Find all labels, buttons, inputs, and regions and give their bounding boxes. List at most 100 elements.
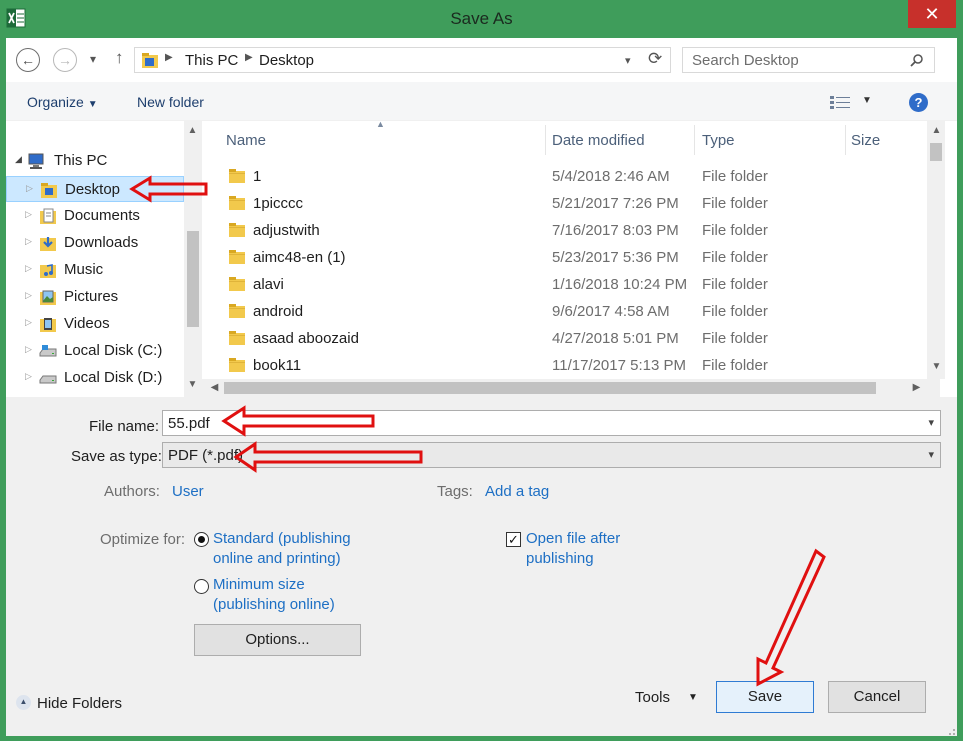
recent-locations-chevron-icon[interactable]: ▾ (90, 52, 96, 66)
desktop-folder-icon (41, 183, 57, 198)
breadcrumb-this-pc[interactable]: This PC (185, 52, 238, 69)
file-row[interactable]: adjustwith 7/16/2017 8:03 PM File folder (202, 217, 927, 244)
open-after-publishing-label[interactable]: Open file after publishing (526, 529, 620, 569)
nav-scroll-thumb[interactable] (187, 231, 199, 327)
chevron-down-icon[interactable]: ▾ (928, 416, 934, 429)
breadcrumb-separator-icon: ▶ (245, 52, 253, 63)
column-header-type[interactable]: Type (702, 132, 735, 149)
scroll-right-icon[interactable]: ▶ (908, 382, 925, 393)
up-arrow-icon[interactable]: ↑ (115, 48, 124, 68)
open-after-publishing-checkbox[interactable]: ✓ (506, 532, 521, 547)
collapsed-arrow-icon[interactable]: ▷ (26, 183, 33, 194)
nav-item-desktop[interactable]: ▷ Desktop (6, 176, 184, 202)
column-header-size[interactable]: Size (851, 132, 880, 149)
nav-item-videos[interactable]: ▷ Videos (6, 311, 184, 337)
expanded-arrow-icon[interactable]: ◢ (15, 154, 22, 165)
file-date: 7/16/2017 8:03 PM (552, 222, 679, 239)
collapsed-arrow-icon[interactable]: ▷ (25, 317, 32, 328)
file-scroll-thumb[interactable] (930, 143, 942, 161)
search-input[interactable]: Search Desktop (682, 47, 935, 73)
computer-icon (28, 153, 44, 169)
file-row[interactable]: android 9/6/2017 4:58 AM File folder (202, 298, 927, 325)
folder-icon (229, 304, 245, 318)
file-row[interactable]: asaad aboozaid 4/27/2018 5:01 PM File fold… (202, 325, 927, 352)
file-name-label: File name: (89, 418, 160, 435)
scroll-down-icon[interactable]: ▼ (184, 379, 201, 390)
horizontal-scroll-thumb[interactable] (224, 382, 876, 394)
collapsed-arrow-icon[interactable]: ▷ (25, 209, 32, 220)
collapsed-arrow-icon[interactable]: ▷ (25, 344, 32, 355)
tools-menu[interactable]: Tools (635, 689, 670, 706)
collapsed-arrow-icon[interactable]: ▷ (25, 290, 32, 301)
save-as-type-value: PDF (*.pdf) (168, 447, 244, 464)
optimize-for-label: Optimize for: (100, 531, 186, 548)
file-name: android (253, 303, 304, 320)
options-button[interactable]: Options... (194, 624, 361, 656)
file-date: 5/23/2017 5:36 PM (552, 249, 679, 266)
nav-item-this-pc[interactable]: ◢ This PC (6, 148, 184, 174)
file-row[interactable]: 1 5/4/2018 2:46 AM File folder (202, 163, 927, 190)
file-name-input[interactable]: 55.pdf ▾ (162, 410, 941, 436)
view-chevron-down-icon[interactable]: ▼ (862, 95, 872, 106)
optimize-minimum-label[interactable]: Minimum size (publishing online) (213, 575, 335, 615)
nav-item-local-disk-d[interactable]: ▷ Local Disk (D:) (6, 365, 184, 391)
chevron-down-icon[interactable]: ▾ (928, 448, 934, 461)
tools-chevron-down-icon[interactable]: ▼ (688, 692, 698, 703)
back-button[interactable]: ← (16, 48, 40, 72)
organize-menu[interactable]: Organize ▼ (27, 94, 98, 110)
authors-value[interactable]: User (172, 483, 204, 500)
cancel-button[interactable]: Cancel (828, 681, 926, 713)
address-dropdown-icon[interactable]: ▾ (625, 54, 631, 67)
view-options-icon[interactable] (830, 95, 850, 109)
column-header-name[interactable]: Name (226, 132, 266, 149)
file-date: 4/27/2018 5:01 PM (552, 330, 679, 347)
save-as-type-select[interactable]: PDF (*.pdf) ▾ (162, 442, 941, 468)
help-icon[interactable]: ? (909, 93, 928, 112)
refresh-icon[interactable]: ⟳ (648, 49, 662, 69)
nav-item-documents[interactable]: ▷ Documents (6, 203, 184, 229)
file-name-value: 55.pdf (168, 415, 210, 432)
close-button[interactable]: ✕ (908, 0, 956, 28)
nav-item-label: Local Disk (D:) (64, 369, 163, 386)
scroll-down-icon[interactable]: ▼ (928, 361, 945, 372)
nav-item-local-disk-c[interactable]: ▷ Local Disk (C:) (6, 338, 184, 364)
nav-item-label: Documents (64, 207, 140, 224)
search-icon (910, 54, 923, 67)
dialog-client: ← → ▾ ↑ ▶ This PC ▶ Desktop ▾ ⟳ Search D… (6, 38, 957, 736)
optimize-minimum-radio[interactable] (194, 579, 209, 594)
column-divider[interactable] (845, 125, 846, 155)
nav-item-music[interactable]: ▷ Music (6, 257, 184, 283)
scroll-left-icon[interactable]: ◀ (206, 382, 223, 393)
scroll-up-icon[interactable]: ▲ (928, 125, 945, 136)
file-row[interactable]: aimc48-en (1) 5/23/2017 5:36 PM File folde… (202, 244, 927, 271)
collapse-up-icon: ▲ (16, 695, 31, 710)
collapsed-arrow-icon[interactable]: ▷ (25, 236, 32, 247)
nav-scrollbar[interactable]: ▲ ▼ (184, 121, 202, 397)
scroll-up-icon[interactable]: ▲ (184, 125, 201, 136)
collapsed-arrow-icon[interactable]: ▷ (25, 371, 32, 382)
optimize-standard-radio[interactable] (194, 532, 209, 547)
file-row[interactable]: book11 11/17/2017 5:13 PM File folder (202, 352, 927, 379)
file-row[interactable]: 1picccc 5/21/2017 7:26 PM File folder (202, 190, 927, 217)
nav-item-label: Downloads (64, 234, 139, 251)
file-list-vertical-scrollbar[interactable]: ▲ ▼ (927, 121, 945, 379)
column-divider[interactable] (545, 125, 546, 155)
save-button[interactable]: Save (716, 681, 814, 713)
nav-item-pictures[interactable]: ▷ Pictures (6, 284, 184, 310)
address-bar[interactable]: ▶ This PC ▶ Desktop ▾ (134, 47, 671, 73)
file-row[interactable]: alavi 1/16/2018 10:24 PM File folder (202, 271, 927, 298)
resize-grip-icon[interactable] (944, 723, 956, 735)
forward-button[interactable]: → (53, 48, 77, 72)
title-bar[interactable]: Save As ✕ (0, 0, 963, 38)
folder-icon (229, 223, 245, 237)
add-tag-link[interactable]: Add a tag (485, 483, 549, 500)
column-header-date[interactable]: Date modified (552, 132, 645, 149)
collapsed-arrow-icon[interactable]: ▷ (25, 263, 32, 274)
file-list-horizontal-scrollbar[interactable]: ◀ ▶ (202, 379, 940, 397)
optimize-standard-label[interactable]: Standard (publishing online and printing… (213, 529, 351, 569)
pictures-icon (40, 290, 56, 305)
breadcrumb-desktop[interactable]: Desktop (259, 52, 314, 69)
new-folder-button[interactable]: New folder (137, 94, 204, 110)
nav-item-downloads[interactable]: ▷ Downloads (6, 230, 184, 256)
column-divider[interactable] (694, 125, 695, 155)
